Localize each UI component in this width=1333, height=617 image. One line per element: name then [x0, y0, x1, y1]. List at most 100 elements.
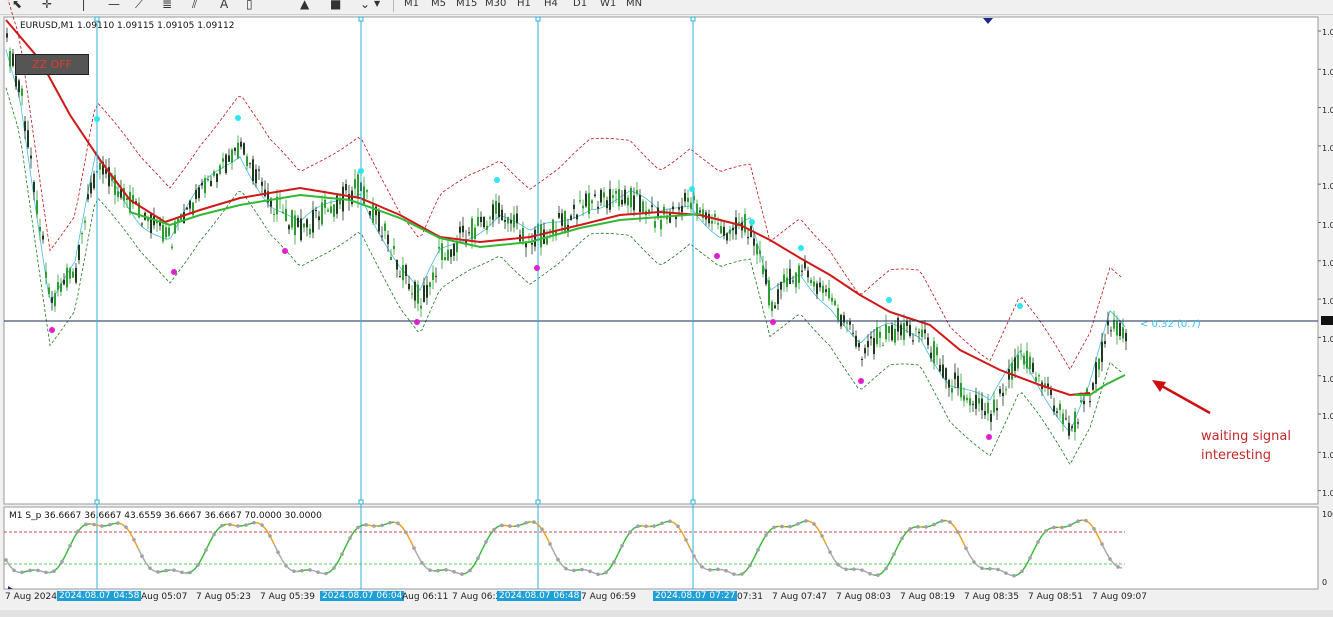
price-label: 1.0 — [1322, 375, 1333, 384]
annotation-line-2: interesting — [1201, 448, 1271, 463]
candle-body — [720, 225, 722, 234]
signal-dot-cyan — [798, 245, 804, 251]
candle-body — [84, 220, 86, 223]
candle-body — [651, 205, 653, 208]
oscillator-point — [140, 554, 144, 558]
candle-body — [234, 147, 236, 151]
time-label: 7 Aug 08:51 — [1028, 592, 1083, 602]
candle-body — [1101, 341, 1103, 362]
oscillator-point — [844, 567, 848, 572]
candle-body — [456, 242, 458, 253]
signal-dot-magenta — [171, 269, 177, 275]
oscillator-point — [772, 525, 776, 530]
candle-body — [246, 156, 248, 167]
line-info-label: < 0.32 (0.7) — [1140, 319, 1201, 330]
candle-body — [81, 232, 83, 235]
oscillator-point — [276, 550, 280, 555]
oscillator-point — [404, 530, 408, 535]
time-label: 7 Aug 05:23 — [196, 592, 251, 602]
candle-body — [300, 218, 302, 241]
candle-body — [201, 182, 203, 186]
candle-body — [492, 204, 494, 220]
candle-body — [63, 279, 65, 285]
candle-body — [573, 204, 575, 210]
candle-body — [627, 197, 629, 206]
candle-body — [870, 336, 872, 339]
candle-body — [468, 232, 470, 234]
candle-body — [54, 293, 56, 307]
candle-body — [576, 214, 578, 220]
price-label: 1.0 — [1322, 297, 1333, 306]
candle-body — [36, 200, 38, 215]
zz-toggle-button[interactable]: ZZ OFF — [15, 54, 89, 75]
oscillator-point — [236, 524, 240, 528]
candle-body — [396, 259, 398, 270]
candle-body — [450, 249, 452, 257]
candle-body — [333, 204, 335, 217]
candle-body — [507, 216, 509, 224]
oscillator-point — [1020, 569, 1024, 574]
oscillator-point — [652, 524, 656, 528]
candle-body — [237, 142, 239, 159]
oscillator-point — [20, 570, 24, 575]
price-chart[interactable] — [0, 0, 1333, 617]
candle-body — [447, 249, 449, 261]
candle-body — [483, 216, 485, 228]
candle-body — [516, 213, 518, 224]
vertical-line-handle — [358, 16, 364, 22]
candle-body — [930, 352, 932, 359]
candle-body — [753, 238, 755, 246]
signal-dot-magenta — [770, 319, 776, 325]
oscillator-point — [1052, 525, 1056, 530]
candle-body — [165, 227, 167, 238]
candle-body — [531, 242, 533, 245]
candle-body — [654, 221, 656, 228]
candle-body — [945, 368, 947, 380]
candle-body — [357, 174, 359, 199]
signal-dot-cyan — [494, 177, 500, 183]
oscillator-point — [212, 532, 216, 537]
oscillator-point — [1100, 542, 1104, 546]
oscillator-point — [892, 552, 896, 556]
oscillator-point — [1084, 518, 1088, 523]
candle-body — [420, 305, 422, 309]
oscillator-point — [708, 568, 712, 572]
candle-body — [1002, 392, 1004, 397]
candle-body — [1098, 358, 1100, 370]
oscillator-point — [84, 522, 88, 527]
oscillator-point — [76, 529, 80, 534]
oscillator-point — [180, 570, 184, 575]
candle-body — [672, 206, 674, 210]
oscillator-point — [244, 523, 248, 527]
candle-body — [963, 395, 965, 401]
candle-body — [273, 214, 275, 216]
candle-body — [759, 250, 761, 255]
candle-body — [39, 226, 41, 232]
oscillator-point — [940, 519, 944, 523]
candle-body — [99, 162, 101, 170]
oscillator-point — [644, 524, 648, 529]
signal-dot-magenta — [714, 253, 720, 259]
oscillator-point — [756, 548, 760, 552]
candle-body — [588, 193, 590, 214]
candle-body — [390, 256, 392, 261]
oscillator-point — [108, 522, 112, 527]
candle-body — [117, 191, 119, 198]
oscillator-point — [1036, 540, 1040, 544]
oscillator-point — [292, 569, 296, 574]
candle-body — [744, 214, 746, 233]
oscillator-point — [724, 568, 728, 573]
oscillator-point — [164, 568, 168, 573]
oscillator-point — [596, 572, 600, 577]
candle-body — [630, 187, 632, 208]
candle-body — [729, 229, 731, 234]
candle-body — [711, 220, 713, 224]
candle-body — [435, 275, 437, 277]
time-label: 07:31 — [737, 592, 763, 602]
time-label-highlighted: 2024.08.07 06:48 — [497, 591, 582, 601]
candle-body — [795, 272, 797, 288]
candle-body — [891, 325, 893, 341]
candle-body — [213, 171, 215, 176]
oscillator-point — [220, 523, 224, 528]
signal-dot-cyan — [886, 297, 892, 303]
